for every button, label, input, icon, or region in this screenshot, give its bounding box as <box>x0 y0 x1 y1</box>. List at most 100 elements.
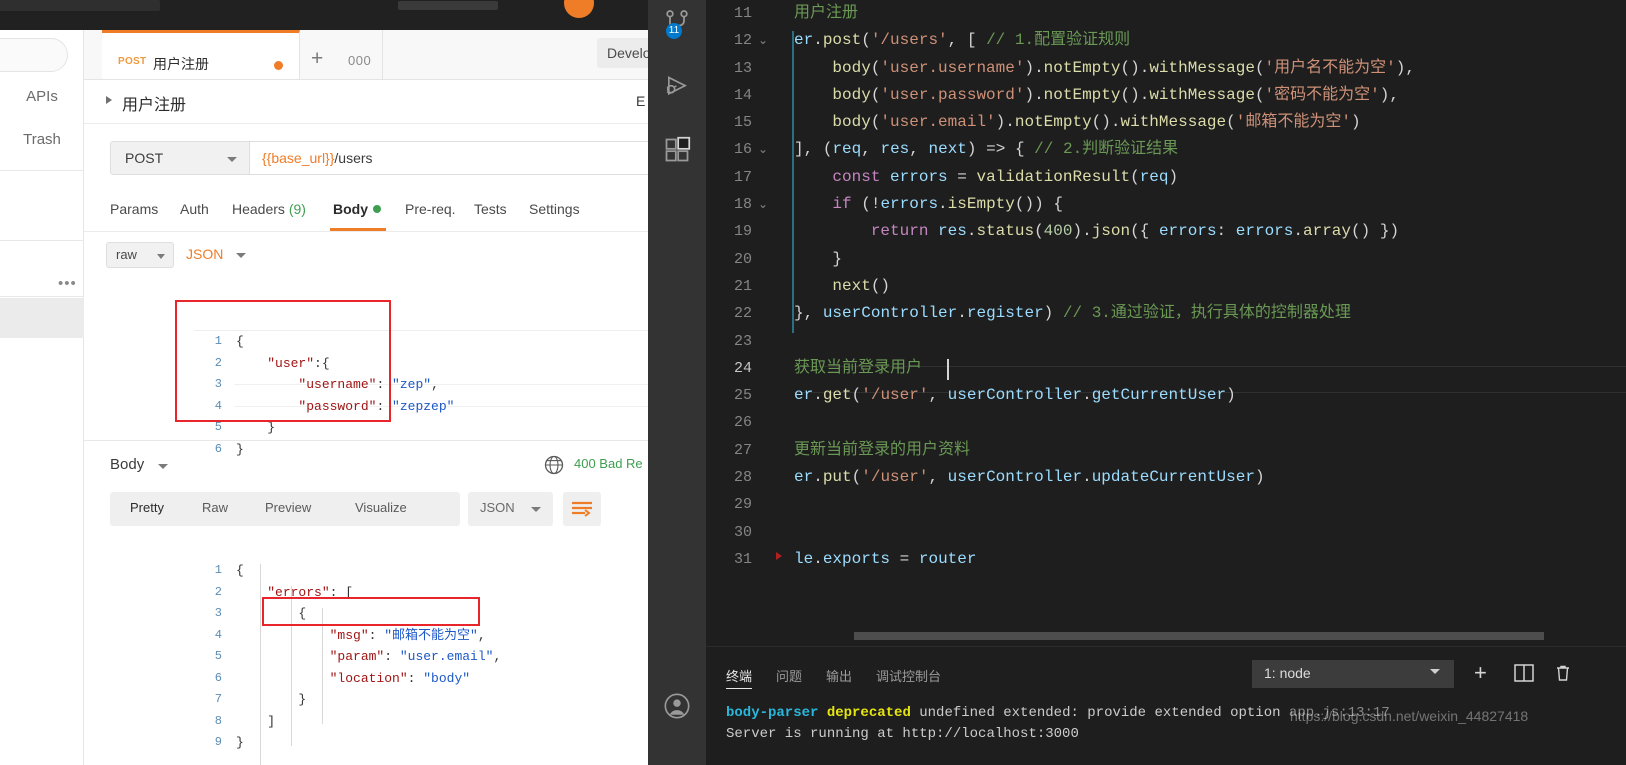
line-code: } <box>236 692 307 707</box>
line-number: 12 <box>733 32 752 50</box>
fold-chevron-icon[interactable]: ⌄ <box>758 136 768 163</box>
run-and-debug-icon[interactable] <box>663 74 691 102</box>
editor-horizontal-scrollbar[interactable] <box>854 632 1544 640</box>
line-code: "password": "zepzep" <box>298 398 455 414</box>
body-options-row: raw JSON <box>84 232 648 274</box>
line-code: er.get('/user', userController.getCurren… <box>794 386 1236 405</box>
response-body-lines: 1{2 "errors": [3 {4 "msg": "邮箱不能为空", 5 "p… <box>194 560 648 754</box>
line-number: 5 <box>214 649 222 663</box>
postman-main: POST 用户注册 + 000 Develo 用户注册 E POST {{bas… <box>84 30 648 765</box>
tabstrip-separator <box>382 30 383 79</box>
code-line: 9} <box>194 732 648 754</box>
tab-headers[interactable]: Headers (9) <box>232 201 306 217</box>
code-line: 19 return res.status(400).json({ errors:… <box>706 218 1626 245</box>
line-number: 16 <box>733 141 752 159</box>
globe-icon <box>544 455 564 480</box>
code-line: 4 "msg": "邮箱不能为空", <box>194 625 648 647</box>
tab-pretty[interactable]: Pretty <box>130 500 164 515</box>
tab-label: 问题 <box>776 669 803 684</box>
chevron-down-icon <box>1430 669 1440 674</box>
tab-label: 输出 <box>826 669 853 684</box>
line-code: "msg": "邮箱不能为空", <box>329 627 486 643</box>
line-code: body('user.email').notEmpty().withMessag… <box>832 113 1361 132</box>
tab-label: Params <box>110 201 159 217</box>
code-line: 13 body('user.username').notEmpty().with… <box>706 55 1626 82</box>
kill-terminal-icon[interactable] <box>1554 664 1572 687</box>
terminal-selector[interactable]: 1: node <box>1252 660 1454 688</box>
sidebar-item-trash[interactable]: Trash <box>0 131 84 148</box>
extensions-icon[interactable] <box>663 136 691 164</box>
new-terminal-button[interactable]: + <box>1474 662 1487 684</box>
fold-chevron-icon[interactable]: ⌄ <box>758 27 768 54</box>
line-number: 14 <box>733 86 752 104</box>
fold-chevron-icon[interactable]: ⌄ <box>758 191 768 218</box>
tab-label: 终端 <box>726 669 753 684</box>
line-number: 28 <box>733 469 752 487</box>
sidebar-footer-panel <box>0 298 84 338</box>
method-selector[interactable]: POST <box>110 141 250 175</box>
sidebar-item-label: APIs <box>26 88 58 105</box>
line-number: 31 <box>733 550 752 568</box>
account-icon[interactable] <box>663 692 691 720</box>
tab-method-label: POST <box>118 56 147 67</box>
body-mode-selector[interactable]: raw <box>106 242 174 268</box>
code-line: 17 const errors = validationResult(req) <box>706 164 1626 191</box>
tab-prereq[interactable]: Pre-req. <box>405 201 456 217</box>
code-line: 8 ] <box>194 711 648 733</box>
tab-tests[interactable]: Tests <box>474 201 507 217</box>
search-input[interactable] <box>0 38 68 72</box>
tab-preview[interactable]: Preview <box>265 500 311 515</box>
line-number: 2 <box>214 584 222 599</box>
line-number: 1 <box>214 563 222 577</box>
chevron-right-icon[interactable] <box>106 96 112 104</box>
line-number: 6 <box>214 670 222 685</box>
body-format-label[interactable]: JSON <box>186 246 223 262</box>
tab-settings[interactable]: Settings <box>529 201 580 217</box>
chevron-down-icon[interactable] <box>158 464 168 469</box>
line-number: 13 <box>733 59 752 77</box>
tab-raw[interactable]: Raw <box>202 500 228 515</box>
breakpoint-icon[interactable] <box>776 552 782 560</box>
chevron-down-icon[interactable] <box>236 253 246 258</box>
response-format-selector[interactable]: JSON <box>468 492 553 526</box>
line-code: } <box>236 735 244 750</box>
tab-label: Pre-req. <box>405 201 456 217</box>
sidebar-item-apis[interactable]: APIs <box>0 88 84 105</box>
response-body-editor[interactable]: 1{2 "errors": [3 {4 "msg": "邮箱不能为空", 5 "p… <box>194 560 648 765</box>
text-cursor <box>947 358 949 380</box>
sidebar-more-icon[interactable]: ••• <box>58 276 77 291</box>
panel-tab-problems[interactable]: 问题 <box>776 666 802 685</box>
split-terminal-icon[interactable] <box>1514 664 1534 687</box>
code-editor[interactable]: 11 用户注册 12 er.post('/users', [ // 1.配置验证规则 1… <box>706 0 1626 640</box>
line-code: ] <box>236 713 276 729</box>
code-line: 28 er.put('/user', userController.updateC… <box>706 464 1626 491</box>
wrap-lines-button[interactable] <box>563 492 601 526</box>
tab-overflow-button[interactable]: 000 <box>348 54 371 67</box>
panel-tab-terminal[interactable]: 终端 <box>726 666 752 685</box>
tab-auth[interactable]: Auth <box>180 201 209 217</box>
panel-tab-output[interactable]: 输出 <box>826 666 852 685</box>
request-section-tabs: Params Auth Headers (9) Body Pre-req. Te… <box>84 190 648 232</box>
url-variable: {{base_url}} <box>262 150 335 166</box>
tab-body[interactable]: Body <box>333 201 381 217</box>
line-number: 24 <box>733 359 752 377</box>
chevron-down-icon <box>227 157 237 162</box>
panel-tab-debug-console[interactable]: 调试控制台 <box>876 666 941 685</box>
headers-count: (9) <box>288 201 306 217</box>
new-tab-button[interactable]: + <box>311 48 323 69</box>
url-input[interactable]: {{base_url}}/users <box>250 141 648 175</box>
line-code: er.post('/users', [ // 1.配置验证规则 <box>794 31 1131 50</box>
line-code: return res.status(400).json({ errors: er… <box>870 222 1400 241</box>
tab-label: 调试控制台 <box>876 669 942 684</box>
line-code: le.exports = router <box>794 549 977 568</box>
postman-window: APIs Trash ••• POST 用户注册 + 000 Develo 用户… <box>0 0 648 765</box>
response-format-label: JSON <box>480 500 515 515</box>
tab-params[interactable]: Params <box>110 201 158 217</box>
line-number: 9 <box>214 735 222 749</box>
tab-label: Settings <box>529 201 580 217</box>
environment-selector[interactable]: Develo <box>597 38 648 68</box>
request-tab-user-register[interactable]: POST 用户注册 <box>102 30 300 79</box>
code-line: 3 "username": "zep", <box>194 374 648 396</box>
line-code: { <box>236 563 244 578</box>
tab-visualize[interactable]: Visualize <box>355 500 407 515</box>
